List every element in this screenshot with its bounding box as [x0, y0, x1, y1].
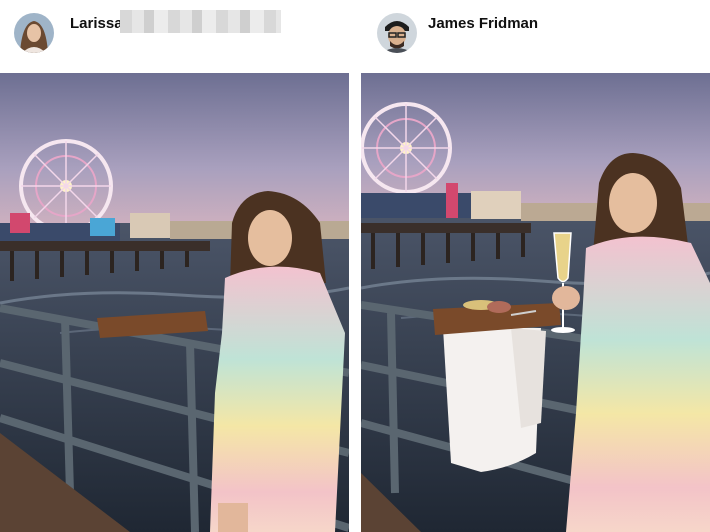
username[interactable]: James Fridman [428, 15, 538, 32]
post-header: Larissa [0, 0, 349, 73]
redacted-name-blur [120, 10, 281, 33]
avatar[interactable] [377, 13, 417, 53]
pier-photo [0, 73, 349, 532]
post-header: James Fridman [361, 0, 710, 73]
post-original: Larissa [0, 0, 349, 532]
username[interactable]: Larissa [70, 15, 123, 32]
post-edited: James Fridman [361, 0, 710, 532]
avatar[interactable] [14, 13, 54, 53]
pier-photo-edited [361, 73, 710, 532]
